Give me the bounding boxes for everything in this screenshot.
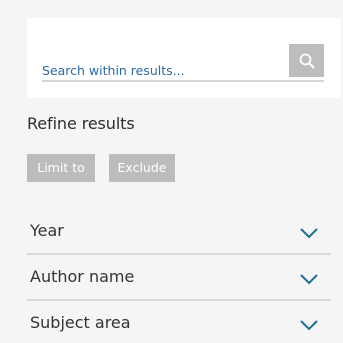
facet-label: Author name	[30, 267, 135, 286]
facet-subject-area[interactable]: Subject area	[27, 303, 331, 343]
facet-year[interactable]: Year	[27, 211, 331, 255]
refine-panel: Refine results Limit to Exclude Year Aut…	[0, 0, 343, 343]
divider	[27, 299, 331, 301]
limit-to-button[interactable]: Limit to	[27, 154, 95, 182]
facet-label: Subject area	[30, 313, 131, 332]
chevron-down-icon	[300, 228, 318, 239]
chevron-down-icon	[300, 274, 318, 285]
search-button[interactable]	[289, 44, 324, 77]
search-input[interactable]	[42, 62, 292, 78]
divider	[27, 253, 331, 255]
facet-label: Year	[30, 221, 64, 240]
exclude-button[interactable]: Exclude	[109, 154, 175, 182]
search-icon	[299, 53, 314, 68]
refine-results-title: Refine results	[27, 114, 135, 133]
search-underline	[42, 80, 324, 82]
chevron-down-icon	[300, 320, 318, 331]
search-box	[27, 18, 341, 98]
facet-author-name[interactable]: Author name	[27, 257, 331, 301]
